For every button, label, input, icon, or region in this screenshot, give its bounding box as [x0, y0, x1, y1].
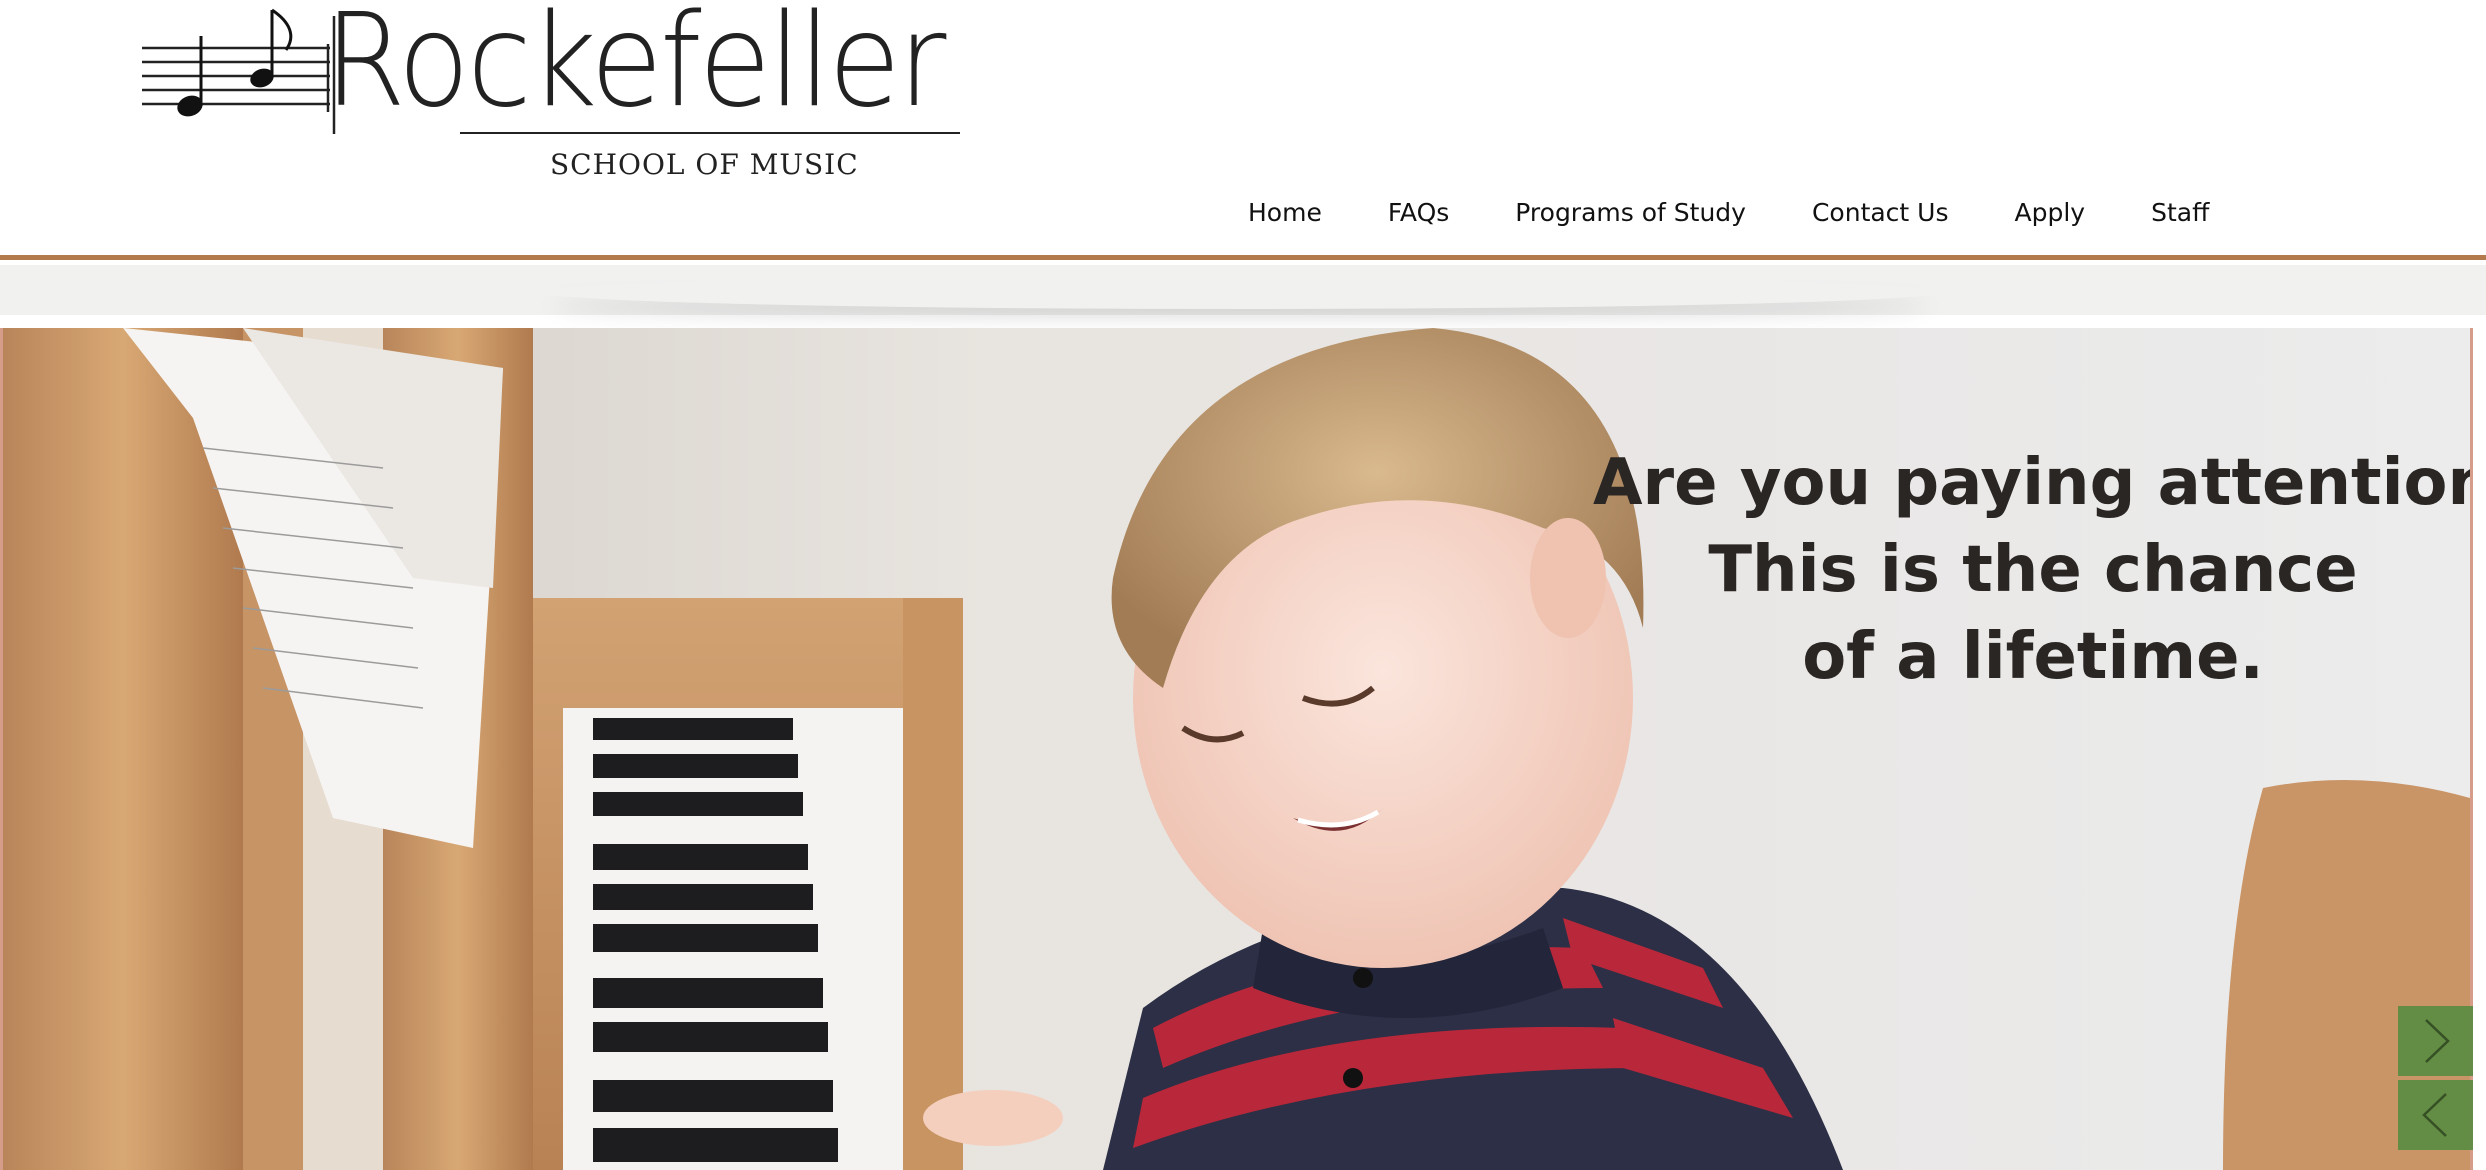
chevron-left-icon: [2421, 1093, 2447, 1137]
logo-subtitle: SCHOOL OF MUSIC: [550, 148, 859, 181]
hero-slider: Are you paying attention? This is the ch…: [0, 328, 2473, 1170]
header-drop-shadow: [540, 275, 1940, 309]
site-logo[interactable]: Rockefeller SCHOOL OF MUSIC: [140, 0, 960, 182]
site-header: Rockefeller SCHOOL OF MUSIC Home FAQs Pr…: [0, 0, 2486, 260]
nav-item-contact-us[interactable]: Contact Us: [1812, 198, 1949, 227]
hero-headline-line-1: Are you paying attention?: [1593, 446, 2473, 520]
hero-headline-line-2: This is the chance: [1708, 533, 2358, 607]
slider-next-button[interactable]: [2398, 1006, 2473, 1076]
nav-item-programs-of-study[interactable]: Programs of Study: [1515, 198, 1746, 227]
logo-wordmark: Rockefeller: [324, 0, 946, 136]
hero-headline-line-3: of a lifetime.: [1802, 620, 2264, 694]
main-nav: Home FAQs Programs of Study Contact Us A…: [1248, 198, 2275, 227]
hero-headline: Are you paying attention? This is the ch…: [1593, 440, 2473, 701]
nav-item-staff[interactable]: Staff: [2151, 198, 2209, 227]
slider-prev-button[interactable]: [2398, 1080, 2473, 1150]
nav-item-apply[interactable]: Apply: [2015, 198, 2086, 227]
logo-divider: [460, 132, 960, 134]
nav-item-faqs[interactable]: FAQs: [1388, 198, 1449, 227]
nav-item-home[interactable]: Home: [1248, 198, 1322, 227]
chevron-right-icon: [2424, 1019, 2450, 1063]
